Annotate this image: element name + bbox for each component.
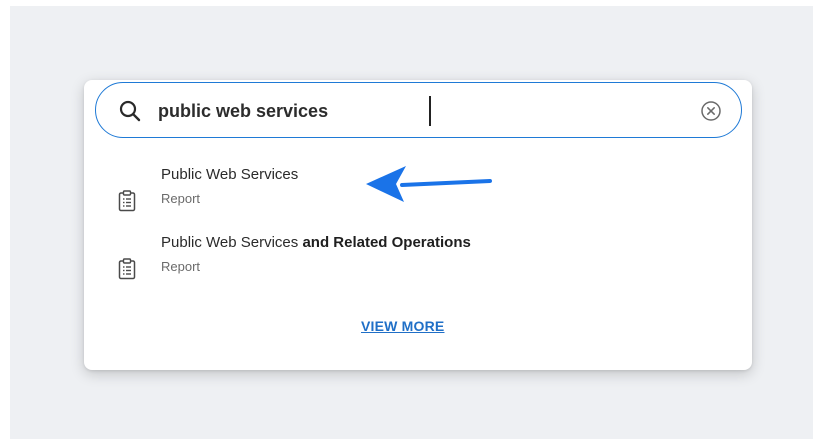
view-more-link[interactable]: VIEW MORE (361, 318, 444, 334)
result-type: Report (161, 191, 201, 206)
result-title: Public Web Services (161, 166, 299, 183)
search-icon (119, 100, 141, 122)
result-type: Report (161, 259, 201, 274)
arrow-left-icon (366, 166, 492, 202)
clear-circle-icon[interactable] (700, 100, 722, 122)
report-clipboard-icon (118, 190, 136, 212)
search-input[interactable] (158, 97, 678, 125)
text-caret (429, 96, 431, 126)
result-title: Public Web Services and Related Operatio… (161, 234, 471, 251)
report-clipboard-icon (118, 258, 136, 280)
result-item[interactable]: Public Web Services and Related Operatio… (84, 234, 752, 300)
search-bar[interactable] (95, 82, 742, 138)
